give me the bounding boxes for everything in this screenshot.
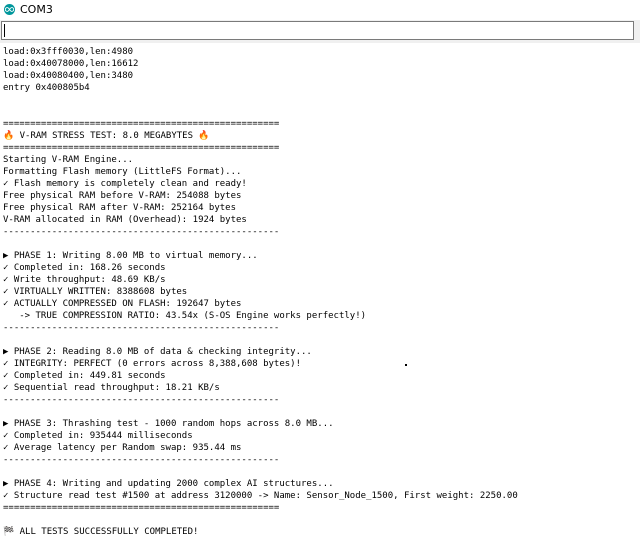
serial-output-line: [3, 466, 518, 478]
serial-output-line: [3, 238, 518, 250]
serial-monitor-window: COM3 load:0x3fff0030,len:4980 load:0x4007…: [0, 0, 640, 551]
serial-output-line: ----------------------------------------…: [3, 455, 280, 465]
serial-output-line: load:0x40080400,len:3480: [3, 71, 134, 81]
serial-output-line: ✓ Completed in: 168.26 seconds: [3, 263, 166, 273]
serial-output-line: ✓ Sequential read throughput: 18.21 KB/s: [3, 383, 220, 393]
serial-output-line: Free physical RAM after V-RAM: 252164 by…: [3, 203, 236, 213]
serial-output-line: ✓ INTEGRITY: PERFECT (0 errors across 8,…: [3, 359, 302, 369]
serial-output-line: 🏁 ALL TESTS SUCCESSFULLY COMPLETED!: [3, 527, 199, 537]
serial-output-line: ✓ Write throughput: 48.69 KB/s: [3, 275, 166, 285]
stray-dot: [405, 364, 407, 366]
serial-output-line: 🔥 V-RAM STRESS TEST: 8.0 MEGABYTES 🔥: [3, 131, 210, 141]
serial-output-line: ========================================…: [3, 143, 280, 153]
serial-output-line: ✓ Completed in: 935444 milliseconds: [3, 431, 193, 441]
serial-output-line: ✓ VIRTUALLY WRITTEN: 8388608 bytes: [3, 287, 188, 297]
serial-output-line: ========================================…: [3, 503, 280, 513]
send-bar: [0, 20, 640, 43]
arduino-logo-icon: [4, 4, 15, 15]
serial-output-line: [3, 514, 518, 526]
serial-output-line: ✓ Structure read test #1500 at address 3…: [3, 491, 518, 501]
serial-output-line: [3, 406, 518, 418]
serial-output-line: ▶ PHASE 1: Writing 8.00 MB to virtual me…: [3, 251, 258, 261]
serial-output-line: Free physical RAM before V-RAM: 254088 b…: [3, 191, 242, 201]
serial-output-line: ✓ ACTUALLY COMPRESSED ON FLASH: 192647 b…: [3, 299, 242, 309]
serial-output-line: ▶ PHASE 2: Reading 8.0 MB of data & chec…: [3, 347, 312, 357]
serial-output-line: ✓ Flash memory is completely clean and r…: [3, 179, 247, 189]
serial-output-line: ========================================…: [3, 119, 280, 129]
serial-output-line: ----------------------------------------…: [3, 323, 280, 333]
serial-output-line: load:0x3fff0030,len:4980: [3, 47, 134, 57]
serial-output-lines: load:0x3fff0030,len:4980 load:0x40078000,…: [3, 46, 518, 538]
serial-output-line: entry 0x400805b4: [3, 83, 90, 93]
serial-output-line: ▶ PHASE 3: Thrashing test - 1000 random …: [3, 419, 334, 429]
serial-output-line: Formatting Flash memory (LittleFS Format…: [3, 167, 242, 177]
serial-output-line: load:0x40078000,len:16612: [3, 59, 139, 69]
serial-output-line: V-RAM allocated in RAM (Overhead): 1924 …: [3, 215, 247, 225]
serial-output-line: ----------------------------------------…: [3, 395, 280, 405]
serial-output-line: Starting V-RAM Engine...: [3, 155, 134, 165]
serial-output-line: ▶ PHASE 4: Writing and updating 2000 com…: [3, 479, 334, 489]
serial-output-line: [3, 334, 518, 346]
serial-output-line: ----------------------------------------…: [3, 227, 280, 237]
serial-output-area[interactable]: load:0x3fff0030,len:4980 load:0x40078000,…: [0, 43, 640, 551]
serial-output-line: -> TRUE COMPRESSION RATIO: 43.54x (S-OS …: [3, 311, 367, 321]
send-input[interactable]: [1, 21, 634, 40]
serial-output-line: ✓ Completed in: 449.81 seconds: [3, 371, 166, 381]
window-title: COM3: [20, 3, 53, 16]
serial-output-line: [3, 94, 518, 106]
serial-output-line: ✓ Average latency per Random swap: 935.4…: [3, 443, 242, 453]
title-bar: COM3: [0, 0, 640, 19]
text-caret: [4, 24, 5, 37]
serial-output-line: [3, 106, 518, 118]
